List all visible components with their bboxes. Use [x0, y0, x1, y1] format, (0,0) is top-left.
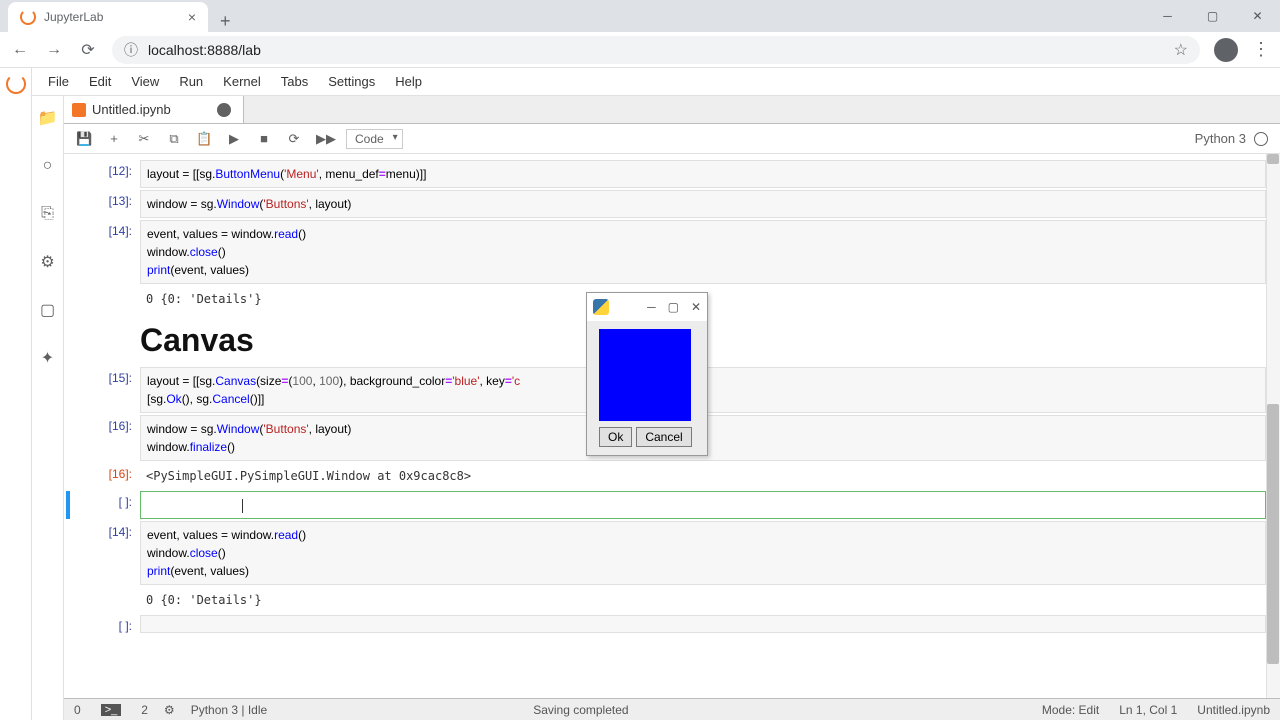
unsaved-indicator-icon: [217, 103, 231, 117]
minimize-button[interactable]: ─: [1145, 0, 1190, 32]
notebook-icon: [72, 103, 86, 117]
address-bar[interactable]: ⓘ localhost:8888/lab ☆: [112, 36, 1200, 64]
forward-icon[interactable]: →: [44, 41, 64, 59]
browser-menu-icon[interactable]: ⋮: [1252, 39, 1270, 60]
menu-settings[interactable]: Settings: [318, 74, 385, 89]
popup-maximize-icon[interactable]: ▢: [668, 300, 679, 314]
pysimplegui-window[interactable]: ─ ▢ ✕ Ok Cancel: [586, 292, 708, 456]
cursor-position[interactable]: Ln 1, Col 1: [1119, 703, 1177, 717]
code-cell[interactable]: [14]:event, values = window.read()window…: [70, 521, 1266, 585]
jupyter-favicon: [20, 9, 36, 25]
menu-help[interactable]: Help: [385, 74, 432, 89]
activity-bar: 📁 ○ ⎘ ⚙ ▢ ✦: [32, 96, 64, 720]
cell-prompt: [13]:: [70, 190, 140, 218]
output-result: [16]:<PySimpleGUI.PySimpleGUI.Window at …: [70, 463, 1266, 489]
browser-tab[interactable]: JupyterLab ×: [8, 2, 208, 32]
code-cell[interactable]: [12]:layout = [[sg.ButtonMenu('Menu', me…: [70, 160, 1266, 188]
profile-avatar[interactable]: [1214, 38, 1238, 62]
cut-icon[interactable]: ✂: [136, 131, 152, 147]
stop-icon[interactable]: ■: [256, 131, 272, 146]
python-icon: [593, 299, 609, 315]
cell-type-select[interactable]: Code: [346, 129, 403, 149]
cell-prompt: [16]:: [70, 415, 140, 461]
menu-tabs[interactable]: Tabs: [271, 74, 318, 89]
kernel-status-text[interactable]: Python 3 | Idle: [191, 703, 268, 717]
menu-run[interactable]: Run: [169, 74, 213, 89]
output-cell: 0 {0: 'Details'}: [70, 587, 1266, 613]
open-tabs-icon[interactable]: ▢: [38, 300, 58, 320]
cell-prompt: [14]:: [70, 220, 140, 284]
site-info-icon[interactable]: ⓘ: [124, 40, 138, 60]
menu-view[interactable]: View: [121, 74, 169, 89]
bookmark-star-icon[interactable]: ☆: [1174, 40, 1188, 60]
save-icon[interactable]: 💾: [76, 131, 92, 147]
status-bar: 0 >_ 2 ⚙ Python 3 | Idle Saving complete…: [64, 698, 1280, 720]
popup-close-icon[interactable]: ✕: [691, 300, 701, 314]
url-text: localhost:8888/lab: [148, 42, 261, 58]
run-all-icon[interactable]: ▶▶: [316, 131, 332, 147]
extensions-icon[interactable]: ✦: [38, 348, 58, 368]
back-icon[interactable]: ←: [10, 41, 30, 59]
code-cell[interactable]: [ ]:: [70, 615, 1266, 633]
code-cell[interactable]: [14]:event, values = window.read()window…: [70, 220, 1266, 284]
notebook-tab[interactable]: Untitled.ipynb: [64, 96, 244, 123]
running-icon[interactable]: ○: [38, 156, 58, 176]
file-browser-icon[interactable]: 📁: [38, 108, 58, 128]
status-left-2[interactable]: 2: [141, 703, 148, 717]
cell-prompt: [12]:: [70, 160, 140, 188]
saving-status: Saving completed: [533, 703, 628, 717]
menubar: FileEditViewRunKernelTabsSettingsHelp: [32, 68, 1280, 96]
close-window-button[interactable]: ✕: [1235, 0, 1280, 32]
popup-minimize-icon[interactable]: ─: [647, 300, 656, 314]
editor-mode[interactable]: Mode: Edit: [1042, 703, 1099, 717]
scrollbar[interactable]: [1266, 154, 1280, 698]
paste-icon[interactable]: 📋: [196, 131, 212, 147]
jupyter-logo-icon[interactable]: [0, 68, 32, 100]
menu-file[interactable]: File: [38, 74, 79, 89]
kernel-name[interactable]: Python 3: [1195, 131, 1246, 146]
commands-icon[interactable]: ⎘: [38, 204, 58, 224]
cell-prompt: [14]:: [70, 521, 140, 585]
restart-icon[interactable]: ⟳: [286, 131, 302, 147]
run-icon[interactable]: ▶: [226, 131, 242, 147]
close-tab-icon[interactable]: ×: [188, 9, 196, 25]
status-left-0[interactable]: 0: [74, 703, 81, 717]
reload-icon[interactable]: ⟳: [78, 40, 98, 60]
toc-icon[interactable]: ⚙: [38, 252, 58, 272]
menu-edit[interactable]: Edit: [79, 74, 121, 89]
canvas-element[interactable]: [599, 329, 691, 421]
kernel-status-icon[interactable]: [1254, 132, 1268, 146]
ok-button[interactable]: Ok: [599, 427, 632, 447]
add-cell-icon[interactable]: +: [106, 131, 122, 146]
current-file[interactable]: Untitled.ipynb: [1197, 703, 1270, 717]
notebook-tab-label: Untitled.ipynb: [92, 102, 171, 117]
popup-titlebar[interactable]: ─ ▢ ✕: [587, 293, 707, 321]
gear-icon[interactable]: ⚙: [164, 703, 175, 717]
maximize-button[interactable]: ▢: [1190, 0, 1235, 32]
active-code-cell[interactable]: [ ]:: [66, 491, 1266, 519]
cell-prompt: [ ]:: [70, 615, 140, 633]
tab-title: JupyterLab: [44, 10, 103, 24]
menu-kernel[interactable]: Kernel: [213, 74, 271, 89]
notebook-toolbar: 💾 + ✂ ⧉ 📋 ▶ ■ ⟳ ▶▶ Code Python 3: [64, 124, 1280, 154]
new-tab-button[interactable]: +: [208, 11, 243, 32]
cancel-button[interactable]: Cancel: [636, 427, 691, 447]
cell-prompt: [15]:: [70, 367, 140, 413]
terminal-badge[interactable]: >_: [101, 704, 122, 716]
code-cell[interactable]: [13]:window = sg.Window('Buttons', layou…: [70, 190, 1266, 218]
out-prompt: [16]:: [70, 463, 140, 489]
copy-icon[interactable]: ⧉: [166, 131, 182, 147]
